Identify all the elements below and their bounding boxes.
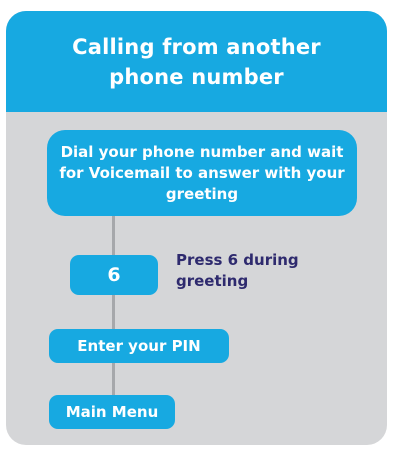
flow-connector-line	[112, 200, 115, 410]
step-press-key: 6	[70, 255, 158, 295]
step-press-key-note: Press 6 during greeting	[176, 251, 299, 290]
header-banner: Calling from another phone number	[6, 11, 387, 112]
step-main-menu: Main Menu	[49, 395, 175, 429]
step-enter-pin: Enter your PIN	[49, 329, 229, 363]
step-dial-number: Dial your phone number and wait for Voic…	[47, 130, 357, 216]
page-title: Calling from another phone number	[72, 34, 321, 89]
flow-card: Calling from another phone number	[6, 11, 387, 445]
